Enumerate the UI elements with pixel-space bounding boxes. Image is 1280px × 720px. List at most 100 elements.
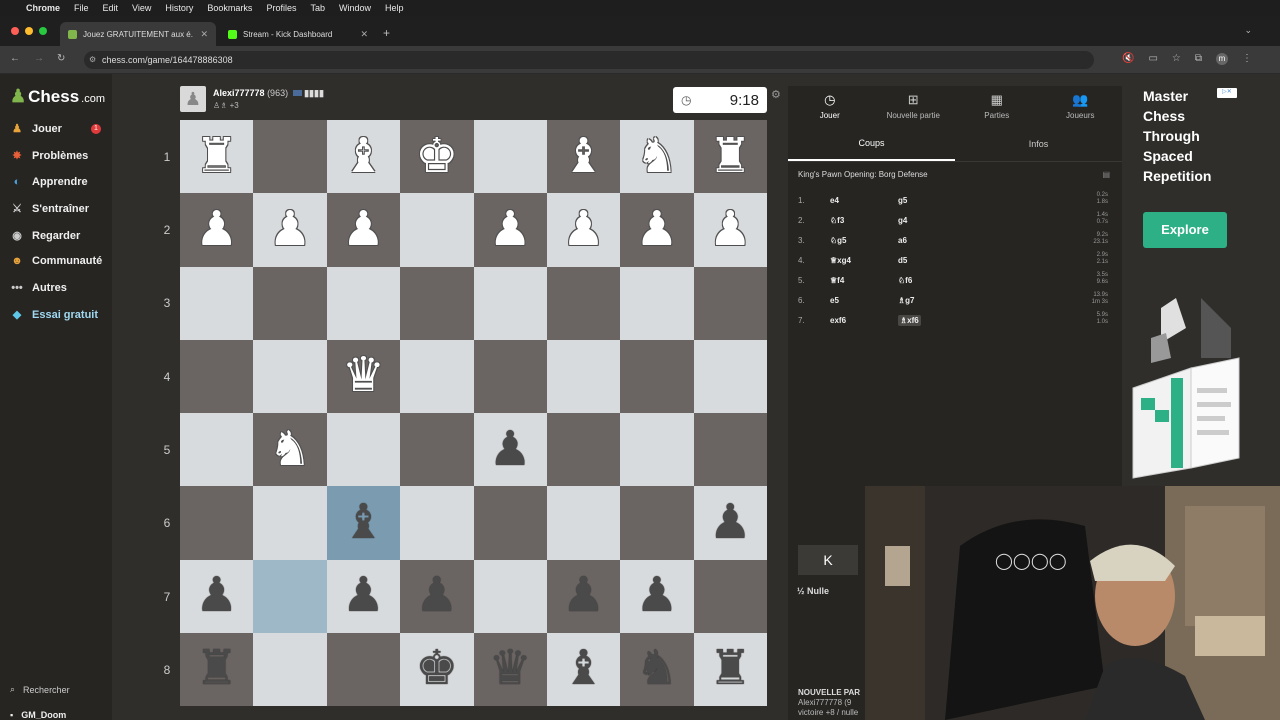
black-pawn-icon[interactable]: ♟ xyxy=(342,572,385,620)
board-square[interactable]: ♞ xyxy=(620,632,694,706)
user-link[interactable]: ▪ GM_Doom xyxy=(10,710,66,720)
white-move[interactable]: ♕f4 xyxy=(830,276,844,285)
ad-banner[interactable]: ▷✕ Master Chess Through Spaced Repetitio… xyxy=(1131,86,1251,486)
board-square[interactable] xyxy=(620,413,694,487)
board-square[interactable] xyxy=(693,559,767,633)
tab-nouvelle-partie[interactable]: ⊞ Nouvelle partie xyxy=(872,86,956,126)
tab-jouer[interactable]: ◷ Jouer xyxy=(788,86,872,126)
white-pawn-icon[interactable]: ♟ xyxy=(635,205,678,254)
black-move[interactable]: a6 xyxy=(898,236,907,245)
board-square[interactable]: ♜ xyxy=(693,632,767,706)
black-move[interactable]: ♗xf6 xyxy=(898,315,921,326)
board-square[interactable] xyxy=(253,632,327,706)
tab-joueurs[interactable]: 👥 Joueurs xyxy=(1039,86,1123,126)
white-pawn-icon[interactable]: ♟ xyxy=(709,205,752,254)
black-knight-icon[interactable]: ♞ xyxy=(635,645,678,693)
board-square[interactable] xyxy=(400,486,474,560)
board-square[interactable] xyxy=(693,413,767,487)
black-pawn-icon[interactable]: ♟ xyxy=(635,572,678,620)
board-square[interactable] xyxy=(253,339,327,413)
opponent-avatar[interactable]: ♟ xyxy=(180,86,206,112)
settings-gear-icon[interactable]: ⚙ xyxy=(771,88,781,101)
board-square[interactable] xyxy=(253,120,327,194)
black-bishop-icon[interactable]: ♝ xyxy=(562,645,605,693)
board-square[interactable]: ♟ xyxy=(546,559,621,633)
draw-button[interactable]: ½ Nulle xyxy=(797,586,829,596)
book-icon[interactable]: ▤ xyxy=(1102,170,1110,179)
white-move[interactable]: exf6 xyxy=(830,316,846,325)
board-square[interactable] xyxy=(546,266,621,340)
opening-name[interactable]: King's Pawn Opening: Borg Defense xyxy=(798,170,928,179)
subtab-coups[interactable]: Coups xyxy=(788,126,955,161)
black-rook-icon[interactable]: ♜ xyxy=(195,645,238,693)
black-move[interactable]: ♗g7 xyxy=(898,296,915,305)
menu-help[interactable]: Help xyxy=(385,3,404,13)
site-info-icon[interactable]: ⚙ xyxy=(89,51,96,69)
black-move[interactable]: ♘f6 xyxy=(898,276,912,285)
board-square[interactable]: ♛ xyxy=(326,339,401,413)
white-move[interactable]: ♘g5 xyxy=(830,236,847,245)
opponent-name[interactable]: Alexi777778 xyxy=(213,88,265,98)
menu-view[interactable]: View xyxy=(132,3,151,13)
board-square[interactable]: ♝ xyxy=(326,120,401,194)
board-square[interactable]: ♟ xyxy=(693,486,767,560)
black-move[interactable]: g5 xyxy=(898,196,907,205)
white-move[interactable]: ♘f3 xyxy=(830,216,844,225)
board-square[interactable] xyxy=(326,266,401,340)
board-square[interactable]: ♟ xyxy=(400,559,474,633)
white-rook-icon[interactable]: ♜ xyxy=(709,132,752,181)
board-square[interactable]: ♚ xyxy=(400,632,474,706)
board-square[interactable]: ♜ xyxy=(180,632,254,706)
zoom-window-icon[interactable] xyxy=(39,27,47,35)
board-square[interactable]: ♝ xyxy=(546,632,621,706)
board-square[interactable]: ♛ xyxy=(473,632,547,706)
board-square[interactable] xyxy=(473,486,547,560)
board-square[interactable] xyxy=(400,266,474,340)
board-square[interactable] xyxy=(620,266,694,340)
white-king-icon[interactable]: ♚ xyxy=(415,132,458,181)
board-square[interactable]: ♟ xyxy=(180,193,254,267)
menu-app[interactable]: Chrome xyxy=(26,3,60,13)
board-square[interactable] xyxy=(620,486,694,560)
board-square[interactable] xyxy=(546,413,621,487)
cast-icon[interactable]: ▭ xyxy=(1148,53,1157,65)
tab-kick[interactable]: Stream - Kick Dashboard ✕ xyxy=(220,22,376,46)
board-square[interactable] xyxy=(693,339,767,413)
search-link[interactable]: ⌕ Rechercher xyxy=(10,684,70,695)
white-queen-icon[interactable]: ♛ xyxy=(342,352,385,400)
tab-parties[interactable]: ▦ Parties xyxy=(955,86,1039,126)
reload-icon[interactable]: ↻ xyxy=(57,53,65,64)
white-rook-icon[interactable]: ♜ xyxy=(195,132,238,181)
board-square[interactable] xyxy=(400,339,474,413)
board-square[interactable]: ♝ xyxy=(326,486,401,560)
board-square[interactable] xyxy=(473,559,547,633)
board-square[interactable] xyxy=(620,339,694,413)
sidebar-item-sentrainer[interactable]: ⚔ S'entraîner xyxy=(10,202,89,216)
tab-chess[interactable]: Jouez GRATUITEMENT aux é... ✕ xyxy=(60,22,216,46)
kebab-menu-icon[interactable]: ⋮ xyxy=(1242,53,1252,65)
menu-profiles[interactable]: Profiles xyxy=(266,3,296,13)
new-tab-icon[interactable]: + xyxy=(383,26,390,40)
board-square[interactable] xyxy=(180,413,254,487)
white-pawn-icon[interactable]: ♟ xyxy=(195,205,238,254)
board-square[interactable]: ♟ xyxy=(620,559,694,633)
sidebar-item-apprendre[interactable]: ◐ Apprendre xyxy=(10,176,88,188)
black-rook-icon[interactable]: ♜ xyxy=(709,645,752,693)
menu-window[interactable]: Window xyxy=(339,3,371,13)
white-pawn-icon[interactable]: ♟ xyxy=(342,205,385,254)
board-square[interactable]: ♞ xyxy=(620,120,694,194)
board-square[interactable] xyxy=(546,486,621,560)
white-knight-icon[interactable]: ♞ xyxy=(269,425,312,474)
chess-board[interactable]: ♜ ♝ ♚ ♝ ♞ ♜ ♟ ♟ ♟ ♟ ♟ ♟ ♟ ♛ ♞ ♟ ♝ ♟ ♟ ♟ ♟ ♟ ♟ ♜ ♚ ♛ ♝ ♞ ♜ xyxy=(180,120,767,706)
board-square[interactable] xyxy=(180,339,254,413)
close-tab-icon[interactable]: ✕ xyxy=(200,29,208,40)
extensions-icon[interactable]: ⧉ xyxy=(1195,53,1202,65)
black-queen-icon[interactable]: ♛ xyxy=(489,645,532,693)
board-square[interactable]: ♚ xyxy=(400,120,474,194)
board-square[interactable] xyxy=(473,339,547,413)
board-square[interactable]: ♟ xyxy=(473,193,547,267)
board-square[interactable] xyxy=(326,413,401,487)
black-move[interactable]: g4 xyxy=(898,216,907,225)
board-square[interactable] xyxy=(473,120,547,194)
board-square[interactable]: ♜ xyxy=(693,120,767,194)
